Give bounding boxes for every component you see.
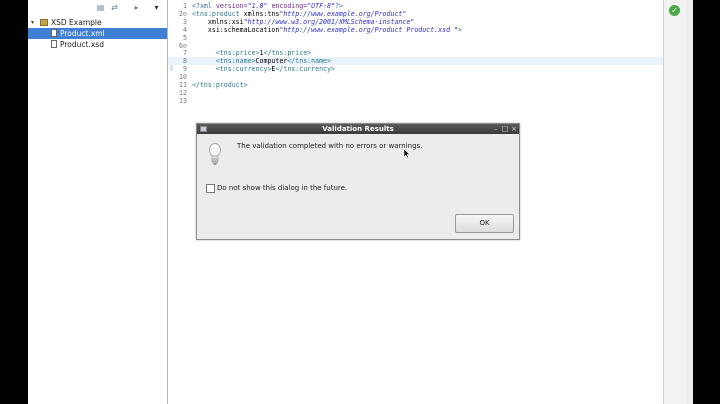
line-number: 13 xyxy=(179,96,187,105)
maximize-icon[interactable]: □ xyxy=(501,124,509,134)
validation-dialog: Validation Results – □ × The validation … xyxy=(196,123,520,240)
close-icon[interactable]: × xyxy=(510,124,518,134)
explorer-toolbar: ▤ ⇄ ▸ ▾ xyxy=(28,0,167,16)
minimize-icon[interactable]: – xyxy=(492,124,500,134)
ok-button[interactable]: OK xyxy=(455,214,514,233)
code-line[interactable]: 12 xyxy=(168,89,686,97)
tree-item-label: XSD Example xyxy=(51,18,102,27)
code-text: <tns:currency>E</tns:currency> xyxy=(215,65,335,74)
code-line[interactable]: 4 xsi:schemaLocation"http://www.example.… xyxy=(168,26,686,34)
project-folder-icon xyxy=(40,19,48,26)
link-editor-icon[interactable]: ⇄ xyxy=(110,4,119,12)
dont-show-again-checkbox[interactable] xyxy=(206,184,215,193)
line-number: 6⊖ xyxy=(179,41,187,50)
code-line[interactable]: 5 xyxy=(168,34,686,42)
editor-side-toolbar: ✓ xyxy=(663,0,686,404)
code-line[interactable]: 11 </tns:product> xyxy=(168,81,686,89)
code-line[interactable]: 8 <tns:name>Computer</tns:name> xyxy=(168,57,686,66)
code-line[interactable]: 10 xyxy=(168,73,686,81)
view-menu-icon[interactable]: ▸ xyxy=(132,4,141,12)
line-number: 11 xyxy=(179,81,187,89)
code-line[interactable]: 6⊖ xyxy=(168,42,686,50)
chevron-down-icon[interactable]: ▾ xyxy=(152,4,161,12)
code-line[interactable]: 1 <?xml version="1.0" encoding="UTF-8"?> xyxy=(168,2,686,10)
expand-toggle-icon[interactable]: ▾ xyxy=(31,17,34,28)
collapse-all-icon[interactable]: ▤ xyxy=(96,4,105,12)
dialog-title: Validation Results xyxy=(322,125,394,133)
tree-item-project[interactable]: ▾ XSD Example xyxy=(28,17,167,28)
checkbox-label: Do not show this dialog in the future. xyxy=(217,184,348,192)
code-line[interactable]: 9 <tns:currency>E</tns:currency> xyxy=(168,65,686,73)
tree-item-product-xml[interactable]: Product.xml xyxy=(28,28,167,39)
line-number: 7 xyxy=(183,49,187,58)
code-text: </tns:product> xyxy=(192,81,248,89)
line-number: 12 xyxy=(179,88,187,97)
code-text: xmlns:xsi"http://www.w3.org/2001/XMLSche… xyxy=(192,17,415,26)
dialog-title-bar[interactable]: Validation Results – □ × xyxy=(197,124,519,134)
xml-file-icon xyxy=(51,29,57,37)
line-number: 1 xyxy=(183,2,187,10)
code-text: <tns:product xmlns:tns"http://www.exampl… xyxy=(192,9,407,18)
xsd-file-icon xyxy=(51,40,57,48)
line-number: 8 xyxy=(183,57,187,66)
line-number: 2⊖ xyxy=(179,9,187,18)
project-explorer: ▤ ⇄ ▸ ▾ ▾ XSD Example Product.xml Produc… xyxy=(28,0,168,404)
line-number: 4 xyxy=(183,25,187,34)
tree-item-product-xsd[interactable]: Product.xsd xyxy=(28,39,167,50)
code-line[interactable]: 7 <tns:price>1</tns:price> xyxy=(168,49,686,57)
tree-item-label: Product.xml xyxy=(60,29,105,38)
line-number: 3 xyxy=(183,17,187,26)
code-text: xsi:schemaLocation"http://www.example.or… xyxy=(192,25,462,34)
lightbulb-icon xyxy=(209,143,221,165)
line-number: 5 xyxy=(183,33,187,42)
mouse-pointer-icon xyxy=(404,149,410,158)
code-text: <tns:name>Computer</tns:name> xyxy=(215,57,331,66)
project-tree: ▾ XSD Example Product.xml Product.xsd xyxy=(28,17,167,50)
dialog-message: The validation completed with no errors … xyxy=(237,142,423,150)
window-icon xyxy=(200,126,207,132)
code-text: <?xml version="1.0" encoding="UTF-8"?> xyxy=(192,2,343,10)
line-number: 9 xyxy=(183,65,187,74)
code-line[interactable]: 13 xyxy=(168,97,686,105)
check-icon[interactable]: ✓ xyxy=(669,5,680,16)
code-text: <tns:price>1</tns:price> xyxy=(215,49,312,58)
code-line[interactable]: 2⊖ <tns:product xmlns:tns"http://www.exam… xyxy=(168,10,686,18)
line-number: 10 xyxy=(179,73,187,82)
tree-item-label: Product.xsd xyxy=(60,40,104,49)
code-line[interactable]: 3 xmlns:xsi"http://www.w3.org/2001/XMLSc… xyxy=(168,18,686,26)
